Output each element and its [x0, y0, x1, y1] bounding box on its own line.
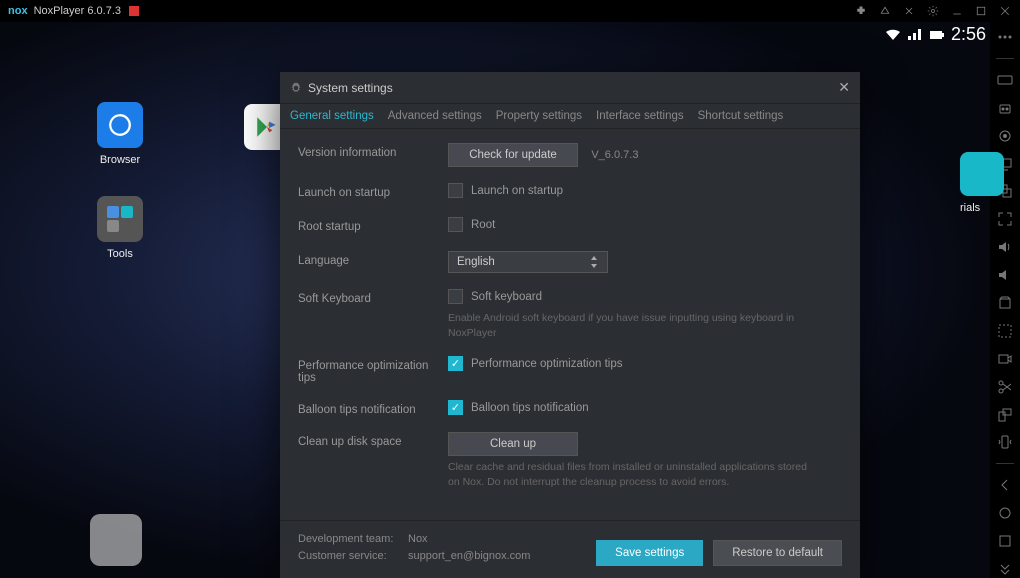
tab-interface[interactable]: Interface settings	[596, 110, 684, 128]
launch-startup-cb-label: Launch on startup	[471, 185, 563, 197]
android-desktop: 2:56 Browser Tools	[0, 22, 990, 578]
check-update-button[interactable]: Check for update	[448, 143, 578, 167]
settings-tabs: General settings Advanced settings Prope…	[280, 104, 860, 129]
tab-general[interactable]: General settings	[290, 110, 374, 128]
language-select[interactable]: English	[448, 251, 608, 273]
cleanup-hint: Clear cache and residual files from inst…	[448, 460, 808, 489]
balloon-tips-checkbox[interactable]	[448, 400, 463, 415]
location-icon[interactable]	[996, 127, 1014, 145]
volume-up-icon[interactable]	[996, 238, 1014, 256]
wifi-icon	[885, 27, 901, 43]
minimize-icon[interactable]	[950, 4, 964, 18]
close-icon[interactable]: ✕	[838, 79, 850, 96]
restore-default-button[interactable]: Restore to default	[713, 540, 842, 566]
perf-tips-checkbox[interactable]	[448, 356, 463, 371]
gear-icon	[290, 82, 302, 94]
tab-shortcut[interactable]: Shortcut settings	[698, 110, 784, 128]
app-title: NoxPlayer 6.0.7.3	[34, 5, 121, 17]
soft-keyboard-cb-label: Soft keyboard	[471, 291, 542, 303]
launch-startup-label: Launch on startup	[298, 183, 448, 199]
screenshot-icon[interactable]	[996, 322, 1014, 340]
dock	[90, 514, 142, 566]
settings-modal: System settings ✕ General settings Advan…	[280, 72, 860, 578]
dev-team-value: Nox	[408, 533, 428, 545]
tools-label: Tools	[90, 248, 150, 260]
tab-advanced[interactable]: Advanced settings	[388, 110, 482, 128]
cs-value: support_en@bignox.com	[408, 550, 530, 562]
signal-icon	[907, 27, 923, 43]
settings-icon[interactable]	[926, 4, 940, 18]
language-label: Language	[298, 251, 448, 267]
root-checkbox[interactable]	[448, 217, 463, 232]
tools-folder-icon[interactable]: Tools	[90, 196, 150, 260]
perf-tips-cb-label: Performance optimization tips	[471, 358, 622, 370]
scissors-icon[interactable]	[996, 378, 1014, 396]
home-nav-icon[interactable]	[996, 504, 1014, 522]
side-toolbar	[990, 22, 1020, 578]
pin-icon[interactable]	[902, 4, 916, 18]
fullscreen-icon[interactable]	[996, 210, 1014, 228]
cleanup-button[interactable]: Clean up	[448, 432, 578, 456]
partial-app-icon[interactable]	[960, 152, 1004, 196]
clock: 2:56	[951, 24, 986, 45]
root-cb-label: Root	[471, 219, 495, 231]
dock-item-1[interactable]	[90, 514, 142, 566]
tab-property[interactable]: Property settings	[496, 110, 582, 128]
cleanup-label: Clean up disk space	[298, 432, 448, 448]
save-settings-button[interactable]: Save settings	[596, 540, 703, 566]
keyboard-icon[interactable]	[996, 71, 1014, 89]
back-nav-icon[interactable]	[996, 476, 1014, 494]
cs-label: Customer service:	[298, 548, 408, 566]
soft-keyboard-label: Soft Keyboard	[298, 289, 448, 305]
puzzle-icon[interactable]	[854, 4, 868, 18]
language-value: English	[457, 256, 495, 268]
version-value: V_6.0.7.3	[591, 149, 638, 161]
app-logo: nox	[8, 5, 28, 17]
balloon-tips-label: Balloon tips notification	[298, 400, 448, 416]
browser-label: Browser	[90, 154, 150, 166]
chevron-updown-icon	[589, 256, 599, 268]
android-status-bar: 2:56	[885, 24, 986, 45]
theme-icon[interactable]	[878, 4, 892, 18]
root-startup-label: Root startup	[298, 217, 448, 233]
balloon-tips-cb-label: Balloon tips notification	[471, 402, 589, 414]
launch-startup-checkbox[interactable]	[448, 183, 463, 198]
recent-nav-icon[interactable]	[996, 532, 1014, 550]
version-label: Version information	[298, 143, 448, 159]
maximize-icon[interactable]	[974, 4, 988, 18]
perf-tips-label: Performance optimization tips	[298, 356, 448, 384]
modal-title: System settings	[308, 81, 838, 95]
soft-keyboard-hint: Enable Android soft keyboard if you have…	[448, 311, 808, 340]
shake-icon[interactable]	[996, 433, 1014, 451]
close-window-icon[interactable]	[998, 4, 1012, 18]
soft-keyboard-checkbox[interactable]	[448, 289, 463, 304]
dev-team-label: Development team:	[298, 531, 408, 549]
partial-app-label: rials	[960, 202, 990, 214]
collapse-icon[interactable]	[996, 560, 1014, 578]
browser-app-icon[interactable]: Browser	[90, 102, 150, 166]
battery-icon	[929, 27, 945, 43]
more-icon[interactable]	[996, 28, 1014, 46]
volume-down-icon[interactable]	[996, 266, 1014, 284]
record-icon[interactable]	[996, 350, 1014, 368]
robot-icon[interactable]	[996, 99, 1014, 117]
status-indicator-icon	[129, 6, 139, 16]
title-bar: nox NoxPlayer 6.0.7.3	[0, 0, 1020, 22]
rotate-icon[interactable]	[996, 406, 1014, 424]
apk-icon[interactable]	[996, 294, 1014, 312]
